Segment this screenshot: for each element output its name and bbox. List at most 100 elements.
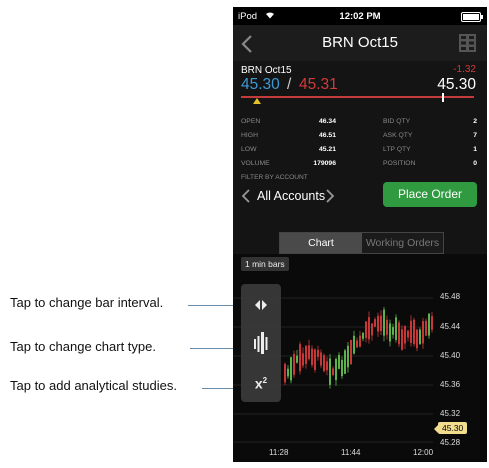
- interval-arrows-icon[interactable]: [241, 290, 281, 320]
- stat-low: LOW 45.21: [241, 146, 336, 159]
- grid-menu-icon[interactable]: [459, 34, 476, 52]
- day-range-bar: [241, 96, 474, 98]
- nav-bar: BRN Oct15: [233, 25, 487, 61]
- candle-body: [335, 358, 337, 381]
- candle-body: [428, 313, 430, 336]
- candle-body: [341, 360, 343, 377]
- stat-value: 1: [473, 146, 477, 153]
- callout-bar-interval: Tap to change bar interval.: [10, 295, 164, 310]
- studies-glyph: x: [254, 375, 263, 392]
- candle-body: [296, 355, 298, 363]
- chevron-right-icon[interactable]: [325, 188, 335, 204]
- battery-icon: [461, 12, 483, 22]
- price-chart[interactable]: 1 min bars x2 45.48 45.44 45.40 45.36 45…: [233, 254, 487, 462]
- candle-body: [368, 317, 370, 340]
- chart-type-icon[interactable]: [241, 328, 281, 358]
- chevron-left-icon[interactable]: [241, 188, 251, 204]
- candle-body: [317, 349, 319, 357]
- stat-value: 46.34: [318, 118, 336, 125]
- time-axis-label: 12:00: [413, 448, 434, 457]
- candle-body: [371, 323, 373, 336]
- stat-label: OPEN: [241, 118, 261, 125]
- candle-body: [383, 309, 385, 336]
- last-price-tag: 45.30: [433, 422, 468, 434]
- tab-working-orders[interactable]: Working Orders: [362, 233, 443, 253]
- candle-body: [374, 319, 376, 327]
- candle-body: [311, 348, 313, 366]
- bar-interval-label[interactable]: 1 min bars: [241, 257, 289, 271]
- stat-value: 2: [473, 118, 477, 125]
- candle-body: [320, 352, 322, 366]
- stat-open: OPEN 46.34: [241, 118, 336, 131]
- candle-body: [329, 358, 331, 385]
- stat-label: VOLUME: [241, 160, 270, 167]
- stat-bid-qty: BID QTY 2: [383, 118, 477, 131]
- price-axis-label: 45.44: [440, 322, 461, 331]
- stat-label: ASK QTY: [383, 132, 413, 139]
- candle-body: [398, 322, 400, 345]
- candle-body: [413, 319, 415, 345]
- stat-volume: VOLUME 179096: [241, 160, 336, 173]
- time-axis-label: 11:28: [269, 448, 289, 457]
- candle-body: [356, 340, 358, 348]
- stat-label: LOW: [241, 146, 257, 153]
- candle-body: [290, 357, 292, 381]
- bid-price: 45.30: [241, 76, 280, 93]
- net-change: -1.32: [453, 64, 476, 75]
- candle-body: [365, 321, 367, 338]
- stat-value: 7: [473, 132, 477, 139]
- phone-screen: iPod 12:02 PM BRN Oct15 BRN Oct15 45.30 …: [233, 7, 487, 462]
- candle-body: [404, 325, 406, 344]
- candle-body: [305, 345, 307, 364]
- candle-body: [401, 329, 403, 350]
- range-marker-low: [253, 98, 261, 104]
- tab-chart[interactable]: Chart: [280, 233, 362, 253]
- candle-body: [338, 354, 340, 369]
- status-bar: iPod 12:02 PM: [233, 7, 487, 25]
- candle-body: [284, 363, 286, 383]
- stat-high: HIGH 46.51: [241, 132, 336, 145]
- stat-ask-qty: ASK QTY 7: [383, 132, 477, 145]
- stats-grid: OPEN 46.34 HIGH 46.51 LOW 45.21 VOLUME 1…: [233, 108, 487, 170]
- time-axis-label: 11:44: [341, 448, 361, 457]
- candle-body: [377, 315, 379, 332]
- candle-body: [416, 329, 418, 349]
- price-separator: /: [287, 76, 292, 93]
- quote-panel: BRN Oct15 45.30 / 45.31 -1.32 45.30: [233, 61, 487, 107]
- candle-body: [362, 332, 364, 339]
- candle-body: [395, 317, 397, 340]
- stat-value: 179096: [313, 160, 336, 167]
- candle-body: [392, 327, 394, 335]
- view-tabs: Chart Working Orders: [279, 232, 444, 254]
- stat-label: LTP QTY: [383, 146, 411, 153]
- callout-studies: Tap to add analytical studies.: [10, 378, 177, 393]
- stat-value: 0: [473, 160, 477, 167]
- candle-body: [350, 339, 352, 365]
- stat-value: 45.21: [318, 146, 336, 153]
- candle-body: [386, 319, 388, 335]
- candle-body: [410, 320, 412, 344]
- candle-body: [359, 335, 361, 347]
- callout-chart-type: Tap to change chart type.: [10, 339, 156, 354]
- candle-body: [389, 323, 391, 342]
- candle-body: [302, 353, 304, 366]
- candle-body: [323, 355, 325, 372]
- candle-body: [326, 361, 328, 371]
- stat-position: POSITION 0: [383, 160, 477, 173]
- candle-body: [344, 350, 346, 374]
- stat-label: BID QTY: [383, 118, 411, 125]
- candle-body: [332, 368, 334, 375]
- price-axis-label: 45.36: [440, 380, 461, 389]
- price-axis-label: 45.48: [440, 292, 461, 301]
- status-time: 12:02 PM: [339, 11, 381, 22]
- candle-body: [407, 330, 409, 338]
- account-selector[interactable]: All Accounts: [257, 189, 325, 203]
- place-order-button[interactable]: Place Order: [383, 182, 477, 207]
- ask-price: 45.31: [299, 76, 338, 93]
- stat-value: 46.51: [318, 132, 336, 139]
- candle-body: [353, 335, 355, 354]
- stat-ltp-qty: LTP QTY 1: [383, 146, 477, 159]
- studies-x-squared-icon[interactable]: x2: [241, 366, 281, 396]
- candle-body: [422, 321, 424, 344]
- candle-body: [314, 349, 316, 370]
